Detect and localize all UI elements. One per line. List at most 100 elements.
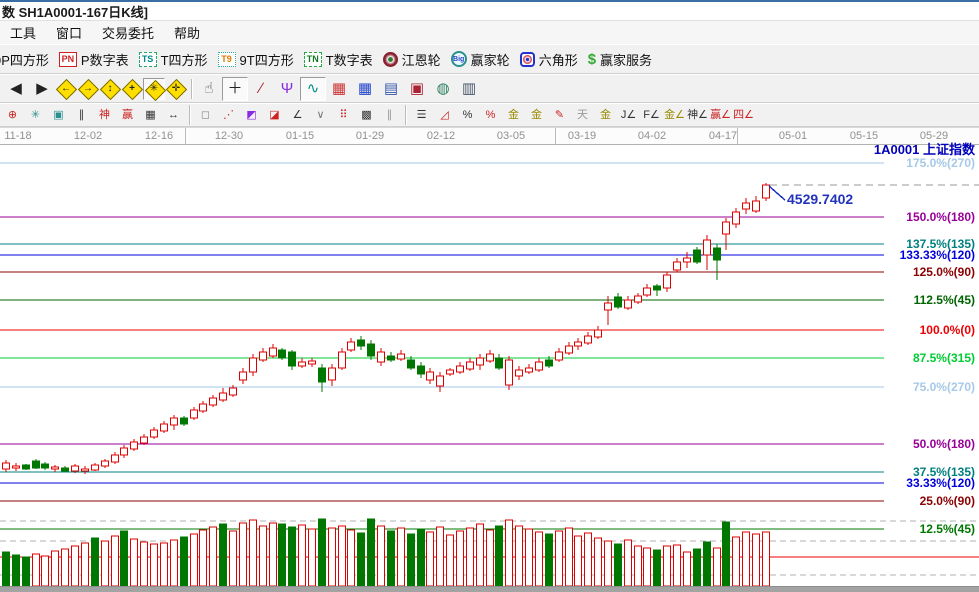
candle-body (594, 329, 602, 338)
toolbar-item-t-square[interactable]: TS T四方形 (138, 50, 208, 69)
bottom-scroll-strip[interactable] (0, 586, 979, 592)
angle-measure-icon[interactable]: ∥ (70, 105, 93, 125)
print-icon[interactable]: ▥ (456, 77, 482, 101)
volume-bar (555, 530, 563, 587)
candle-body (742, 202, 750, 210)
gann-star-icon[interactable]: ✳ (24, 105, 47, 125)
chart-area[interactable]: 175.0%(270) 150.0%(180) 137.5%(135) 133.33%… (0, 142, 979, 592)
menu-item-2[interactable]: 交易委托 (92, 21, 164, 44)
shen-tool-icon[interactable]: 神 (93, 105, 116, 125)
toolbar-item-t-table-icon: TN (303, 51, 322, 67)
toolbar-item-9t-square[interactable]: T9 9T四方形 (217, 50, 294, 69)
back-icon[interactable]: ◀ (3, 77, 29, 101)
menu-bar: 工具 窗口 交易委托 帮助 (0, 20, 979, 44)
toolbar-item-t-table[interactable]: TN T数字表 (303, 50, 373, 69)
grid-arrow-icon[interactable]: ▩ (355, 105, 378, 125)
brush-icon[interactable]: ✎ (548, 105, 571, 125)
level-label: 125.0%(90) (913, 265, 975, 279)
date-tick-4: 01-15 (285, 130, 315, 142)
shen-angle-icon[interactable]: 神∠ (686, 105, 709, 125)
date-tick-7: 03-05 (496, 130, 526, 142)
candle-body (693, 249, 701, 263)
volume-bar (269, 522, 277, 587)
candle-body (476, 357, 484, 366)
candle-body (61, 467, 69, 472)
candle-body (111, 454, 119, 463)
candle-body (397, 353, 405, 360)
level-label: 100.0%(0) (920, 323, 975, 337)
dot-grid-icon[interactable]: ⠿ (332, 105, 355, 125)
f-angle-icon[interactable]: F∠ (640, 105, 663, 125)
ying-angle-icon[interactable]: 赢∠ (709, 105, 732, 125)
date-tick-0: 11-18 (4, 130, 32, 142)
toolbar-item-p-table[interactable]: PN P数字表 (58, 50, 129, 69)
window-title: 数 SH1A0001-167日K线] (2, 4, 148, 20)
volume-bar (456, 530, 464, 587)
price-levels-icon[interactable]: ☰ (410, 105, 433, 125)
candle-body (367, 343, 375, 357)
candle-body (249, 357, 257, 373)
menu-item-3[interactable]: 帮助 (164, 21, 210, 44)
toolbar-item-winner-wheel[interactable]: Big 赢家轮 (450, 50, 510, 69)
save-icon[interactable]: ▣ (404, 77, 430, 101)
volume-bar (752, 533, 760, 587)
gann-fan-icon[interactable]: ⋰ (217, 105, 240, 125)
menu-item-1[interactable]: 窗口 (46, 21, 92, 44)
toolbar-item-9p-square[interactable]: 9P四方形 (0, 50, 49, 69)
box-select-icon[interactable]: ◻ (194, 105, 217, 125)
toolbar-item-hexagon[interactable]: 六角形 (519, 50, 578, 69)
j-angle-icon[interactable]: J∠ (617, 105, 640, 125)
candle-body (288, 351, 296, 367)
kline-chart[interactable]: 175.0%(270)150.0%(180)137.5%(135)133.33%… (0, 145, 979, 592)
angle-set-icon[interactable]: ∠ (286, 105, 309, 125)
hand-tool-icon[interactable]: ☝ (196, 77, 222, 101)
gann-diamond-right-icon[interactable]: → (77, 78, 100, 100)
parallel-lines-icon[interactable]: ∥ (378, 105, 401, 125)
gold-circle-icon[interactable]: 金 (502, 105, 525, 125)
calendar-icon[interactable]: ▦ (326, 77, 352, 101)
gann-circle-icon[interactable]: ⊕ (1, 105, 24, 125)
toolbar-item-gann-wheel[interactable]: 江恩轮 (382, 50, 441, 69)
percent-icon[interactable]: % (456, 105, 479, 125)
gann-diamond-star-icon[interactable]: ✳ (143, 77, 167, 101)
menu-item-0[interactable]: 工具 (0, 21, 46, 44)
fan-square-icon[interactable]: ◪ (263, 105, 286, 125)
pitchfork-tool-icon[interactable]: Ψ (274, 77, 300, 101)
web-export-icon[interactable]: ◍ (430, 77, 456, 101)
candle-body (545, 359, 553, 367)
toolbar-separator (189, 105, 190, 125)
volume-bar (367, 518, 375, 587)
ruler-grid-icon[interactable]: ▦ (139, 105, 162, 125)
fan-box-icon[interactable]: ◩ (240, 105, 263, 125)
gold-underline-icon[interactable]: 金 (594, 105, 617, 125)
calculator-icon[interactable]: ▦ (352, 77, 378, 101)
wave-tool-icon[interactable]: ∿ (300, 76, 326, 101)
gold-angle-icon[interactable]: 金∠ (663, 105, 686, 125)
tian-lines-icon[interactable]: 天 (571, 105, 594, 125)
gold-lines-icon[interactable]: 金 (525, 105, 548, 125)
ying-tool-icon[interactable]: 赢 (116, 105, 139, 125)
gann-diamond-cross-icon[interactable]: + (121, 78, 144, 100)
forward-icon[interactable]: ▶ (29, 77, 55, 101)
candle-body (653, 285, 661, 291)
volume-bar (446, 534, 454, 587)
volume-bar (190, 533, 198, 587)
gann-diamond-left-icon[interactable]: ← (55, 78, 78, 100)
percent-triangle-icon[interactable]: ◿ (433, 105, 456, 125)
crosshair-tool-icon[interactable]: ＋ (222, 76, 248, 101)
toolbar-item-winner-service[interactable]: $ 赢家服务 (588, 50, 652, 69)
gann-spiral-icon[interactable]: ▣ (47, 105, 70, 125)
five-percent-icon[interactable]: % (479, 105, 502, 125)
zigzag-icon[interactable]: ∨ (309, 105, 332, 125)
notes-icon[interactable]: ▤ (378, 77, 404, 101)
candle-body (525, 367, 533, 373)
candle-body (150, 429, 158, 438)
width-measure-icon[interactable]: ↔ (162, 105, 185, 125)
gann-diamond-all-icon[interactable]: ✛ (165, 78, 188, 100)
volume-bar (535, 531, 543, 587)
volume-bar (150, 543, 158, 587)
si-angle-icon[interactable]: 四∠ (732, 105, 755, 125)
trendline-tool-icon[interactable]: ∕ (248, 77, 274, 101)
gann-wheel-icon (382, 51, 398, 67)
gann-diamond-updown-icon[interactable]: ↕ (99, 78, 122, 100)
